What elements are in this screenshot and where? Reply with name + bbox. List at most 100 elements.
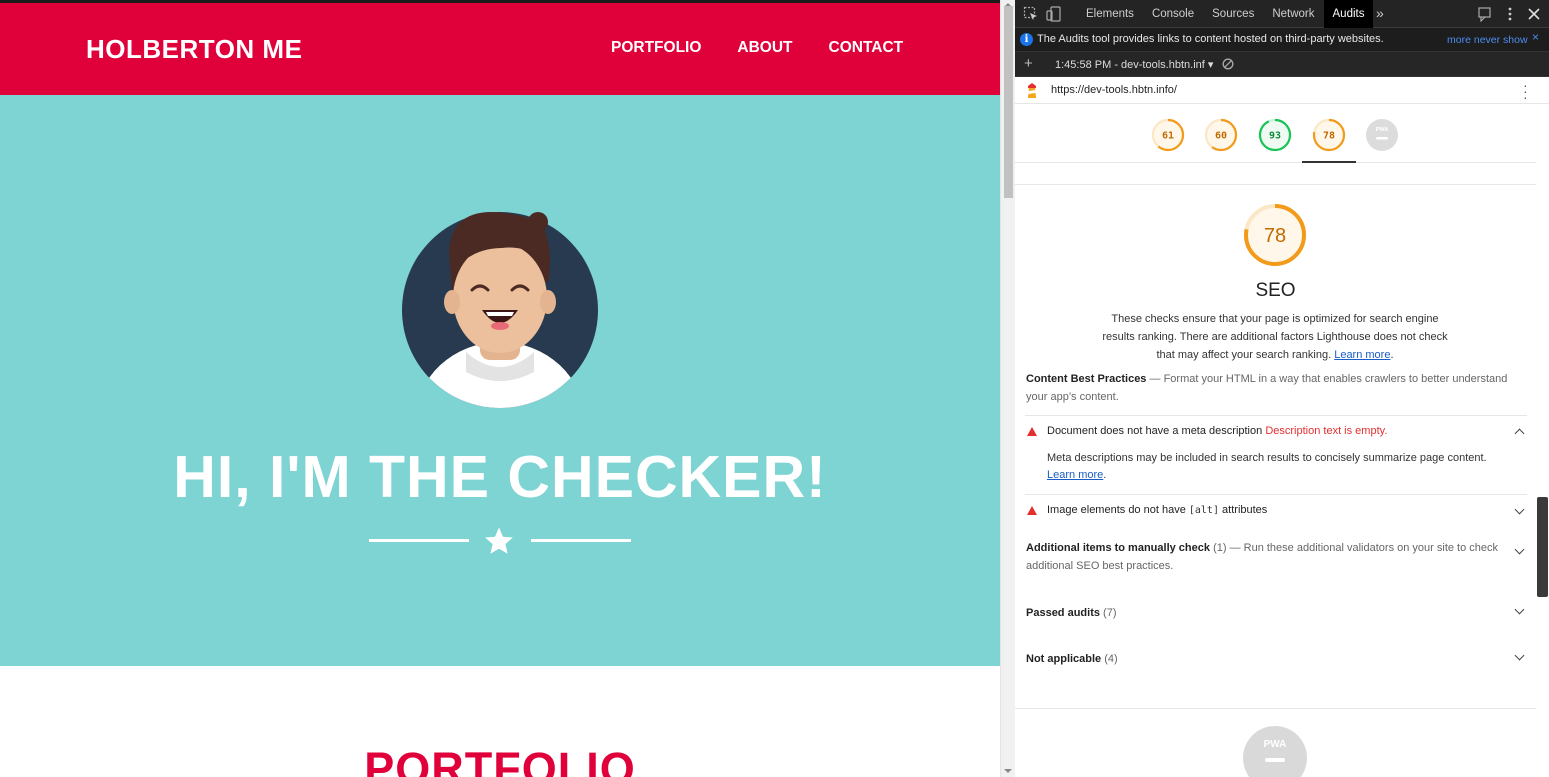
seo-category-title: SEO [1255,280,1296,301]
device-toolbar-icon[interactable] [1046,6,1062,22]
manual-title: Additional items to manually check [1026,542,1210,554]
audit-image-alt: Image elements do not have [alt] attribu… [1025,494,1527,525]
hero-divider [369,523,631,559]
pwa-badge-label: PWA [1264,739,1287,750]
gauge-best-practices[interactable]: 93 [1258,118,1292,152]
more-options-icon[interactable] [1502,6,1518,22]
infobar-links: more never show [1447,34,1528,46]
portfolio-heading: PORTFOLIO [364,743,636,777]
gauge-score-label: 60 [1215,131,1227,142]
infobar-text: The Audits tool provides links to conten… [1037,33,1384,45]
scroll-down-arrow-icon[interactable] [1004,769,1012,773]
infobar-close-icon[interactable]: × [1532,30,1539,44]
content-best-practices-group: Content Best Practices — Format your HTM… [1026,373,1508,403]
warning-triangle-icon [1027,427,1037,436]
info-icon: i [1020,33,1033,46]
divider-line-right [531,539,631,542]
na-title: Not applicable [1026,653,1102,665]
audit-image-alt-header[interactable]: Image elements do not have [alt] attribu… [1025,495,1527,525]
chevron-up-icon[interactable] [1514,428,1525,439]
tab-audits[interactable]: Audits [1323,0,1374,28]
nav-link-about[interactable]: ABOUT [737,39,792,57]
passed-count: (7) [1103,607,1117,619]
devtools-panel: Elements Console Sources Network Audits … [1015,0,1549,777]
gauge-performance[interactable]: 61 [1151,118,1185,152]
page-scrollbar[interactable] [1000,0,1015,777]
chevron-down-icon[interactable] [1514,604,1525,615]
not-applicable-group[interactable]: Not applicable (4) [1026,650,1528,668]
tab-network[interactable]: Network [1263,0,1323,28]
section-divider [1015,708,1536,709]
lighthouse-icon [1028,83,1036,98]
devtools-tabs: Elements Console Sources Network Audits [1077,0,1374,28]
passed-audits-group[interactable]: Passed audits (7) [1026,604,1528,622]
seo-score-label: 78 [1264,225,1286,247]
gauge-score-label: 93 [1269,131,1281,142]
site-navbar: HOLBERTON ME PORTFOLIO ABOUT CONTACT [0,3,1000,95]
devtools-toolbar: Elements Console Sources Network Audits … [1015,0,1549,28]
hero-title: HI, I'M THE CHECKER! [173,444,827,510]
divider-line-left [369,539,469,542]
audits-report-bar: + 1:45:58 PM - dev-tools.hbtn.inf ▾ [1015,52,1549,77]
report-select[interactable]: 1:45:58 PM - dev-tools.hbtn.inf ▾ [1055,58,1213,71]
audit-img-title-post: attributes [1222,504,1268,516]
infobar-more-link[interactable]: more [1447,34,1471,46]
na-count: (4) [1104,653,1118,665]
cbp-title: Content Best Practices [1026,373,1147,385]
devtools-scroll-thumb[interactable] [1537,497,1548,597]
inspect-element-icon[interactable] [1023,6,1039,22]
report-url[interactable]: https://dev-tools.hbtn.info/ [1051,84,1177,96]
devtools-scrollbar[interactable] [1536,104,1549,777]
report-menu-icon[interactable]: · · · [1523,78,1529,104]
info-infobar: i The Audits tool provides links to cont… [1015,28,1549,52]
new-audit-plus-icon[interactable]: + [1024,55,1033,72]
passed-title: Passed audits [1026,607,1100,619]
site-brand[interactable]: HOLBERTON ME [86,34,302,65]
seo-description-text: These checks ensure that your page is op… [1102,313,1448,361]
seo-description: These checks ensure that your page is op… [1102,313,1448,361]
audit-meta-title: Document does not have a meta descriptio… [1047,425,1263,437]
manual-checks-group[interactable]: Additional items to manually check (1) —… [1026,539,1528,575]
close-devtools-icon[interactable] [1526,6,1542,22]
tab-sources[interactable]: Sources [1203,0,1263,28]
avatar-illustration [402,212,598,408]
tab-elements[interactable]: Elements [1077,0,1143,28]
audit-img-title-pre: Image elements do not have [1047,504,1186,516]
more-tabs-chevron-icon[interactable]: » [1376,5,1384,21]
report-url-bar: https://dev-tools.hbtn.info/ · · · [1015,77,1549,104]
gauge-accessibility[interactable]: 60 [1204,118,1238,152]
score-gauges-row: 61 60 93 78 PWA [1015,104,1549,163]
audit-detail-text: Meta descriptions may be included in sea… [1047,452,1487,464]
chevron-down-icon[interactable] [1514,650,1525,661]
warning-triangle-icon [1027,506,1037,515]
feedback-icon[interactable] [1477,6,1493,22]
chevron-down-icon[interactable] [1514,504,1525,515]
chevron-down-icon[interactable] [1514,544,1525,555]
gauge-pwa[interactable]: PWA [1365,118,1399,152]
audit-learn-more-link[interactable]: Learn more [1047,469,1103,481]
infobar-never-show-link[interactable]: never show [1474,34,1528,46]
audit-meta-detail: Meta descriptions may be included in sea… [1047,452,1487,481]
audit-error-text: Description text is empty. [1265,425,1388,437]
nav-link-contact[interactable]: CONTACT [829,39,904,57]
nav-link-portfolio[interactable]: PORTFOLIO [611,39,701,57]
audit-meta-description-header[interactable]: Document does not have a meta descriptio… [1025,416,1527,446]
seo-learn-more-link[interactable]: Learn more [1334,349,1390,361]
page-scroll-thumb[interactable] [1004,6,1013,198]
hero-section: HI, I'M THE CHECKER! [0,95,1000,666]
pwa-badge-icon: PWA [1243,726,1307,777]
gauge-seo[interactable]: 78 [1312,118,1346,152]
audit-title: Image elements do not have [alt] attribu… [1047,504,1267,516]
seo-score-gauge: 78 [1244,204,1306,266]
gauge-pwa-label: PWA [1376,127,1389,133]
website-viewport: HOLBERTON ME PORTFOLIO ABOUT CONTACT HI,… [0,0,1000,777]
star-icon [485,527,513,554]
tab-console[interactable]: Console [1143,0,1203,28]
clear-reports-icon[interactable] [1222,58,1234,70]
manual-count: (1) [1213,542,1227,554]
section-divider [1015,184,1536,185]
audit-title: Document does not have a meta descriptio… [1047,425,1387,437]
audit-meta-description: Document does not have a meta descriptio… [1025,415,1527,492]
gauge-score-label: 78 [1323,131,1335,142]
seo-report-body: 78 SEO These checks ensure that your pag… [1015,163,1536,777]
